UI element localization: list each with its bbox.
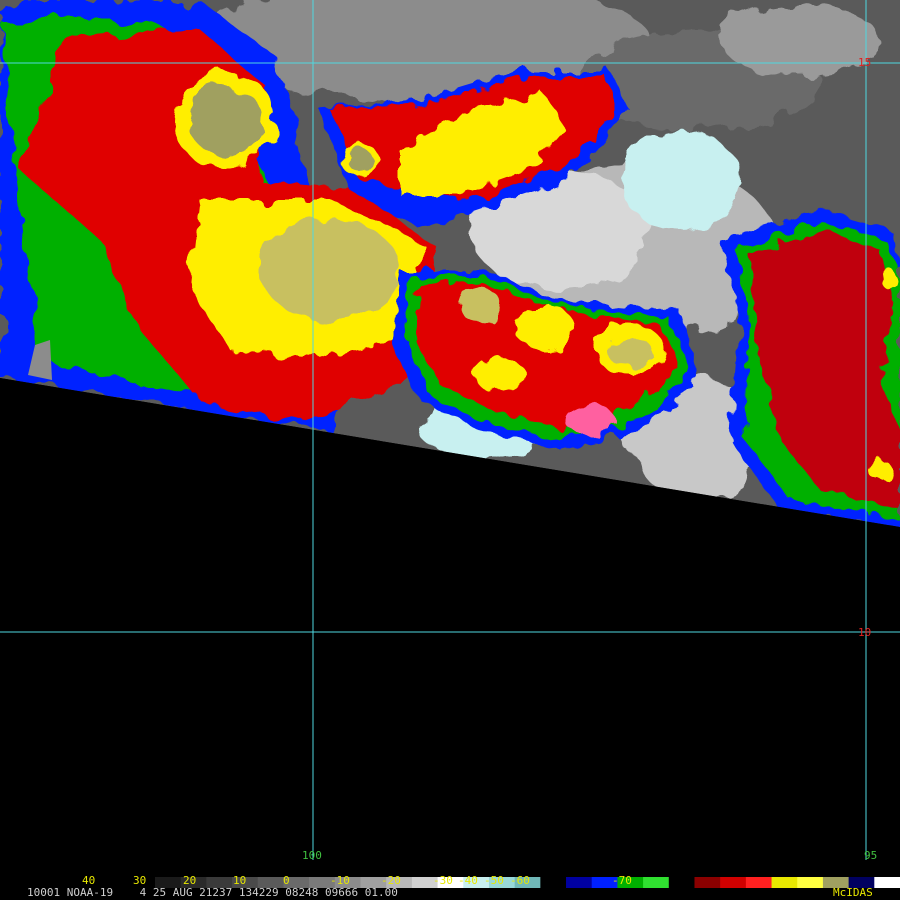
satellite-imagery [0,0,900,880]
lat-label-15: 15 [858,56,872,69]
colorbar-tick: -30 [433,874,453,887]
colorbar-tick: 40 [82,874,96,887]
lon-label-100: 100 [302,849,322,862]
mcidas-brand: McIDAS [833,886,873,899]
colorbar-tick-extra: -70 [612,874,632,887]
colorbar-tick: -40 [458,874,478,887]
colorbar-tick: -60 [510,874,530,887]
lat-label-10: 10 [858,626,872,639]
colorbar-tick: -20 [381,874,401,887]
image-metadata-line: 10001 NOAA-19 4 25 AUG 21237 134229 0824… [27,886,398,899]
colorbar-tick: -50 [484,874,504,887]
satellite-image-viewer: 15 10 100 95 40 30 20 10 0 -10 -20 -30 -… [0,0,900,900]
colorbar-tick: 0 [283,874,290,887]
colorbar-tick: 30 [133,874,147,887]
colorbar-tick: 20 [183,874,197,887]
colorbar-tick: 10 [233,874,247,887]
colorbar-tick: -10 [330,874,350,887]
lon-label-95: 95 [864,849,878,862]
